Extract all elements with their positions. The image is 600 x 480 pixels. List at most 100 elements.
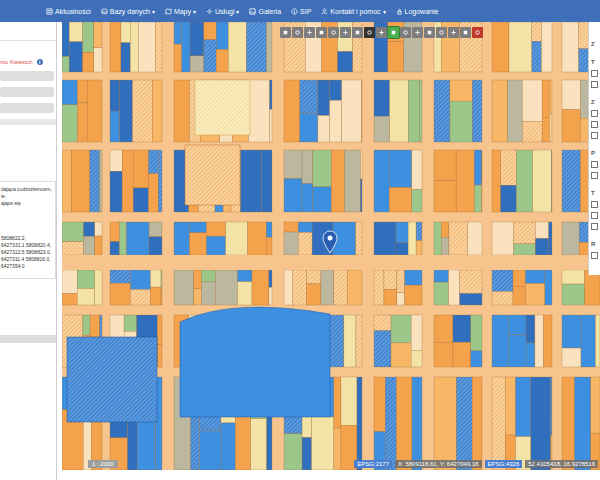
parcel[interactable]: [124, 315, 137, 331]
parcel[interactable]: [237, 270, 252, 282]
parcel[interactable]: [110, 270, 130, 283]
parcel[interactable]: [284, 150, 302, 179]
parcel[interactable]: [361, 80, 363, 142]
parcel[interactable]: [474, 150, 481, 185]
parcel[interactable]: [302, 438, 312, 470]
parcel[interactable]: [514, 222, 536, 244]
parcel[interactable]: [472, 80, 482, 142]
parcel[interactable]: [221, 423, 235, 470]
parcel[interactable]: [228, 22, 246, 72]
parcel[interactable]: [62, 22, 69, 57]
parcel[interactable]: [110, 283, 130, 305]
parcel[interactable]: [585, 270, 600, 305]
parcel[interactable]: [334, 428, 341, 470]
parcel[interactable]: [261, 150, 272, 212]
nav-item[interactable]: Galeria: [249, 8, 281, 15]
parcel[interactable]: [83, 222, 94, 236]
parcel[interactable]: [338, 51, 353, 72]
parcel[interactable]: [77, 103, 87, 142]
parcel[interactable]: [411, 315, 422, 350]
parcel[interactable]: [513, 286, 525, 305]
parcel[interactable]: [133, 80, 153, 142]
parcel[interactable]: [270, 80, 272, 109]
parcel[interactable]: [130, 270, 150, 289]
parcel[interactable]: [240, 150, 261, 212]
parcel[interactable]: [374, 80, 390, 116]
parcel[interactable]: [318, 116, 330, 142]
parcel[interactable]: [149, 150, 159, 174]
parcel[interactable]: [237, 282, 252, 305]
parcel[interactable]: [420, 80, 422, 142]
parcel[interactable]: [318, 80, 330, 116]
parcel[interactable]: [360, 179, 362, 212]
parcel[interactable]: [453, 342, 471, 367]
parcel[interactable]: [526, 343, 535, 367]
parcel[interactable]: [384, 270, 397, 289]
toolbar-button[interactable]: [328, 27, 339, 38]
parcel[interactable]: [83, 315, 90, 335]
parcel[interactable]: [516, 377, 531, 437]
parcel[interactable]: [492, 150, 501, 212]
parcel[interactable]: [391, 315, 411, 343]
parcel[interactable]: [411, 350, 422, 367]
parcel[interactable]: [542, 117, 549, 142]
parcel[interactable]: [434, 315, 453, 342]
toolbar-button[interactable]: [436, 27, 447, 38]
parcel[interactable]: [492, 292, 513, 305]
parcel[interactable]: [374, 222, 396, 255]
parcel[interactable]: [94, 22, 102, 48]
parcel[interactable]: [357, 377, 362, 470]
parcel[interactable]: [492, 22, 509, 72]
parcel[interactable]: [330, 80, 342, 100]
parcel[interactable]: [190, 233, 207, 255]
parcel[interactable]: [302, 150, 313, 183]
layer-checkbox[interactable]: [591, 252, 598, 259]
parcel[interactable]: [157, 315, 162, 345]
parcel[interactable]: [541, 22, 552, 72]
parcel[interactable]: [468, 222, 482, 255]
parcel[interactable]: [302, 183, 313, 212]
parcel[interactable]: [110, 22, 121, 72]
parcel[interactable]: [155, 22, 162, 72]
parcel[interactable]: [149, 174, 159, 212]
parcel[interactable]: [284, 80, 300, 142]
parcel[interactable]: [69, 42, 82, 72]
parcel[interactable]: [396, 242, 408, 255]
parcel[interactable]: [312, 417, 334, 470]
nav-item[interactable]: Usługi ▾: [206, 8, 239, 15]
parcel[interactable]: [532, 22, 542, 41]
toolbar-button[interactable]: [364, 27, 375, 38]
parcel[interactable]: [62, 270, 77, 294]
parcel[interactable]: [150, 270, 161, 287]
parcel[interactable]: [356, 315, 362, 367]
parcel[interactable]: [562, 150, 581, 212]
parcel[interactable]: [522, 121, 542, 142]
parcel[interactable]: [174, 270, 194, 305]
toolbar-button[interactable]: [280, 27, 291, 38]
toolbar-button[interactable]: [292, 27, 303, 38]
nav-item[interactable]: Kontakt i pomoc ▾: [321, 8, 385, 15]
parcel[interactable]: [83, 22, 94, 52]
parcel[interactable]: [397, 270, 405, 293]
parcel[interactable]: [341, 377, 357, 425]
parcel[interactable]: [532, 41, 542, 72]
parcel[interactable]: [474, 185, 481, 212]
parcel[interactable]: [535, 238, 548, 255]
parcel[interactable]: [562, 22, 579, 72]
parcel[interactable]: [110, 222, 119, 242]
parcel[interactable]: [562, 348, 581, 367]
parcel[interactable]: [434, 181, 456, 212]
parcel[interactable]: [460, 22, 482, 72]
parcel[interactable]: [95, 236, 102, 255]
parcel[interactable]: [535, 222, 548, 238]
parcel[interactable]: [266, 222, 272, 237]
parcel[interactable]: [525, 270, 544, 284]
parcel[interactable]: [595, 315, 600, 367]
parcel[interactable]: [542, 80, 549, 117]
parcel[interactable]: [551, 377, 552, 436]
toolbar-button[interactable]: [388, 27, 399, 38]
parcel[interactable]: [69, 22, 82, 42]
parcel[interactable]: [347, 270, 362, 305]
parcel[interactable]: [344, 315, 356, 367]
parcel[interactable]: [334, 377, 341, 428]
